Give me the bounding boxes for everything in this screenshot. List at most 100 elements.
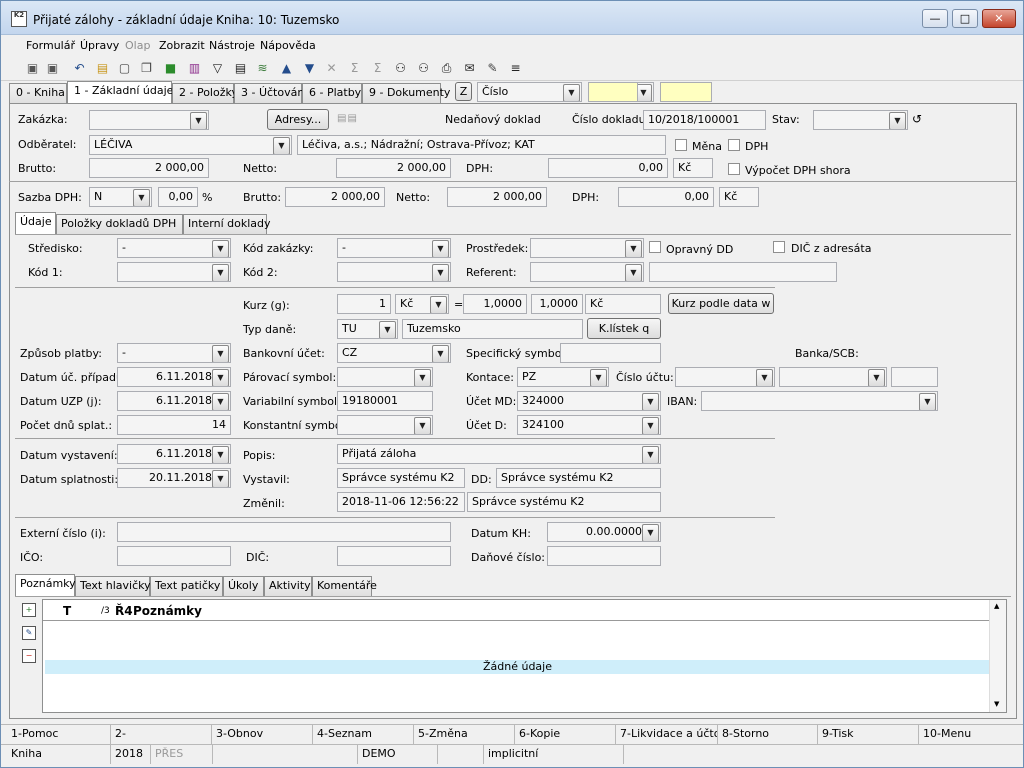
brutto-field[interactable]: 2 000,00 xyxy=(89,158,209,178)
tab-udaje[interactable]: Údaje xyxy=(15,212,56,234)
menu-nastroje[interactable]: Nástroje xyxy=(209,39,255,52)
sort-key-button[interactable]: Z xyxy=(455,82,472,101)
banka-select[interactable] xyxy=(779,367,887,387)
fkey-print[interactable]: 9-Tisk xyxy=(818,725,919,744)
col-type-header[interactable]: T xyxy=(63,604,71,618)
tab-aktivity[interactable]: Aktivity xyxy=(264,576,312,596)
sort-select[interactable]: Číslo xyxy=(477,82,582,102)
adresy-button[interactable]: Adresy... xyxy=(267,109,329,130)
odberatel-select[interactable]: LÉČIVA xyxy=(89,135,292,155)
copy-icon[interactable]: ❐ xyxy=(138,60,155,77)
tab-interni-doklady[interactable]: Interní doklady xyxy=(183,214,271,234)
externi-cislo-field[interactable] xyxy=(117,522,451,542)
menu-napoveda[interactable]: Nápověda xyxy=(260,39,316,52)
sum-icon[interactable]: Σ xyxy=(346,60,363,77)
dic-adresata-checkbox[interactable] xyxy=(773,241,785,253)
datum-kh-field[interactable]: 0.00.0000 xyxy=(547,522,661,542)
maximize-button[interactable]: □ xyxy=(952,9,978,28)
dic-field[interactable] xyxy=(337,546,451,566)
listek-button[interactable]: K.lístek q xyxy=(587,318,661,339)
menu-zobrazit[interactable]: Zobrazit xyxy=(159,39,205,52)
filter-icon[interactable]: ▽ xyxy=(209,60,226,77)
fkey-refresh[interactable]: 3-Obnov xyxy=(212,725,313,744)
mena-checkbox[interactable] xyxy=(675,139,687,151)
ico-field[interactable] xyxy=(117,546,231,566)
danove-cislo-field[interactable] xyxy=(547,546,661,566)
scb-field[interactable] xyxy=(891,367,938,387)
zpusob-platby-select[interactable]: - xyxy=(117,343,231,363)
cislo-dokladu-field[interactable]: 10/2018/100001 xyxy=(643,110,766,130)
vypocet-checkbox[interactable] xyxy=(728,163,740,175)
zakazka-select[interactable] xyxy=(89,110,209,130)
datum-splatnosti-field[interactable]: 20.11.2018 xyxy=(117,468,231,488)
tab-zakladni-udaje[interactable]: 1 - Základní údaje xyxy=(67,81,173,103)
datum-uzp-field[interactable]: 6.11.2018 xyxy=(117,391,231,411)
sort-field-1[interactable] xyxy=(588,82,638,102)
variabilni-symbol-field[interactable]: 19180001 xyxy=(337,391,433,411)
netto-field[interactable]: 2 000,00 xyxy=(336,158,451,178)
sazba-select[interactable]: N xyxy=(89,187,152,207)
undo-icon[interactable]: ↶ xyxy=(71,60,88,77)
kurz-currency-select[interactable]: Kč xyxy=(395,294,449,314)
typ-dane-select[interactable]: TU xyxy=(337,319,398,339)
tab-ukoly[interactable]: Úkoly xyxy=(223,576,264,596)
sazba-pct-field[interactable]: 0,00 xyxy=(158,187,198,207)
tab-text-paticky[interactable]: Text patičky xyxy=(150,576,223,596)
binoculars-icon[interactable]: ⚇ xyxy=(392,60,409,77)
save-all-icon[interactable]: ▣ xyxy=(44,60,61,77)
sort-dropdown[interactable] xyxy=(637,82,654,102)
stredisko-select[interactable]: - xyxy=(117,238,231,258)
scroll-down-icon[interactable]: ▼ xyxy=(994,700,999,708)
menu-icon[interactable]: ≡ xyxy=(507,60,524,77)
konstantni-symbol-select[interactable] xyxy=(337,415,433,435)
bankovni-ucet-select[interactable]: CZ xyxy=(337,343,451,363)
parovaci-symbol-select[interactable] xyxy=(337,367,433,387)
col-notes-header[interactable]: Poznámky xyxy=(133,604,202,618)
open-folder-icon[interactable]: ▤ xyxy=(94,60,111,77)
close-button[interactable]: ✕ xyxy=(982,9,1016,28)
kurz-podle-data-button[interactable]: Kurz podle data w xyxy=(668,293,774,314)
new-document-icon[interactable]: ▢ xyxy=(116,60,133,77)
cislo-uctu-select[interactable] xyxy=(675,367,775,387)
datum-vystaveni-field[interactable]: 6.11.2018 xyxy=(117,444,231,464)
sort-field-2[interactable] xyxy=(660,82,712,102)
fkey-help[interactable]: 1-Pomoc xyxy=(7,725,111,744)
fkey-change[interactable]: 5-Změna xyxy=(414,725,515,744)
notes-scrollbar[interactable]: ▲ ▼ xyxy=(989,600,1006,712)
tab-platby[interactable]: 6 - Platby xyxy=(302,83,362,103)
edit-note-icon[interactable]: ✎ xyxy=(22,626,36,640)
arrow-up-icon[interactable]: ▲ xyxy=(278,60,295,77)
fkey-list[interactable]: 4-Seznam xyxy=(313,725,414,744)
kod-zakazky-select[interactable]: - xyxy=(337,238,451,258)
edit-icon[interactable]: ✎ xyxy=(484,60,501,77)
fkey-menu[interactable]: 10-Menu xyxy=(919,725,1022,744)
fkey-storno[interactable]: 8-Storno xyxy=(718,725,818,744)
sum-filter-icon[interactable]: Σ xyxy=(369,60,386,77)
binoculars-next-icon[interactable]: ⚇ xyxy=(415,60,432,77)
kurz-rate1-field[interactable]: 1,0000 xyxy=(463,294,527,314)
stack-icon[interactable]: ≋ xyxy=(254,60,271,77)
delete-note-icon[interactable]: − xyxy=(22,649,36,663)
col-row-header[interactable]: Ř4 xyxy=(115,604,133,618)
datum-uc-field[interactable]: 6.11.2018 xyxy=(117,367,231,387)
specificky-symbol-field[interactable] xyxy=(560,343,661,363)
tab-dokumenty[interactable]: 9 - Dokumenty xyxy=(362,83,450,103)
stav-select[interactable] xyxy=(813,110,908,130)
referent-select[interactable] xyxy=(530,262,644,282)
fkey-liquidation[interactable]: 7-Likvidace a účtová xyxy=(616,725,718,744)
kurz-rate2-field[interactable]: 1,0000 xyxy=(531,294,583,314)
history-icon[interactable]: ↺ xyxy=(912,112,922,126)
scroll-up-icon[interactable]: ▲ xyxy=(994,602,999,610)
tab-poznamky[interactable]: Poznámky xyxy=(15,574,76,596)
book-icon[interactable]: ▥ xyxy=(186,60,203,77)
arrow-down-icon[interactable]: ▼ xyxy=(301,60,318,77)
tab-polozky[interactable]: 2 - Položky xyxy=(172,83,238,103)
tab-kniha[interactable]: 0 - Kniha xyxy=(9,83,67,103)
fkey-2[interactable]: 2- xyxy=(111,725,212,744)
tab-polozky-dph[interactable]: Položky dokladů DPH xyxy=(56,214,183,234)
minimize-button[interactable]: — xyxy=(922,9,948,28)
tools-icon[interactable]: ✕ xyxy=(323,60,340,77)
filter-list-icon[interactable]: ▤ xyxy=(232,60,249,77)
mail-icon[interactable]: ✉ xyxy=(461,60,478,77)
save-icon[interactable]: ▣ xyxy=(24,60,41,77)
